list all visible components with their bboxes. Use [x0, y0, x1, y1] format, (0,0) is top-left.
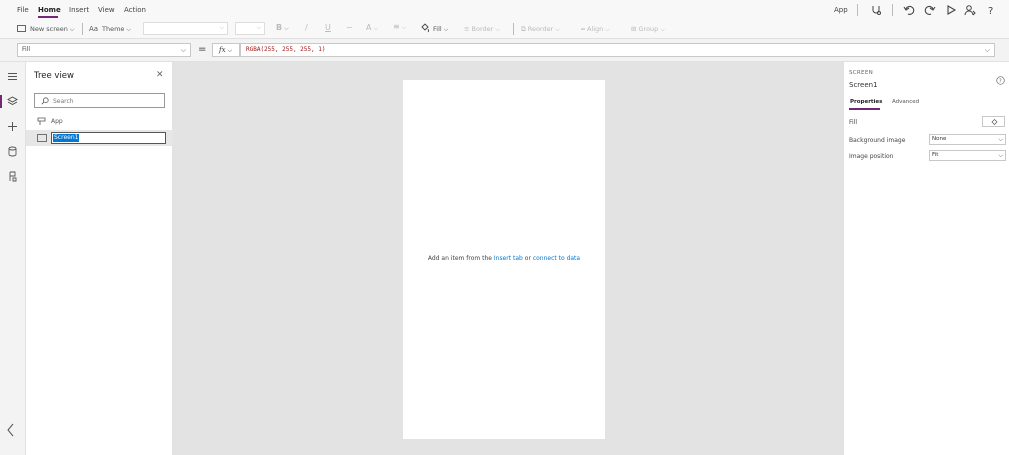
layers-icon[interactable] [6, 95, 19, 108]
insert-tab-link[interactable]: Insert tab [494, 255, 523, 262]
control-type-label: SCREEN [849, 70, 874, 76]
tree-item-label: App [51, 118, 63, 125]
paint-bucket-icon [421, 23, 429, 33]
divider [892, 4, 893, 16]
font-size-dropdown[interactable]: ⌵ [235, 22, 265, 35]
property-name: Fill [22, 46, 31, 53]
menu-insert[interactable]: Insert [69, 6, 89, 15]
theme-icon: Aa [89, 25, 99, 33]
text-align-button[interactable]: ≡ ⌵ [393, 23, 406, 32]
tree-view-panel: Tree view ✕ Search App Screen1 [26, 62, 173, 455]
play-icon[interactable] [945, 4, 957, 16]
chevron-down-icon: ⌵ [998, 136, 1003, 143]
underline-button[interactable]: U [325, 24, 331, 32]
control-name: Screen1 [849, 81, 878, 89]
menu-view[interactable]: View [98, 6, 115, 15]
menu-action[interactable]: Action [124, 6, 146, 15]
toolbar: New screen ⌵ Aa Theme ⌵ ⌵ ⌵ B ⌵ / U − A ⌵ ≡ ⌵… [0, 19, 1009, 39]
border-button[interactable]: ≡ Border ⌵ [464, 25, 500, 34]
tree-item-screen1[interactable]: Screen1 [26, 130, 173, 146]
advanced-tools-icon[interactable] [6, 170, 19, 183]
property-dropdown[interactable]: Fill ⌵ [17, 43, 191, 57]
connect-to-data-link[interactable]: connect to data [533, 255, 580, 262]
image-position-value: Fit [932, 152, 939, 158]
tab-properties-underline [849, 108, 880, 110]
theme-button[interactable]: Theme ⌵ [102, 25, 131, 34]
tab-properties[interactable]: Properties [850, 99, 882, 105]
tab-advanced[interactable]: Advanced [892, 99, 919, 105]
stethoscope-icon[interactable] [870, 4, 882, 16]
search-icon [41, 97, 49, 105]
group-button[interactable]: ⊞ Group ⌵ [631, 25, 665, 34]
menu-bar: File Home Insert View Action App ? [0, 0, 1009, 19]
plus-icon[interactable] [6, 120, 19, 133]
screen-canvas[interactable]: Add an item from the Insert tab or conne… [403, 80, 605, 439]
database-icon[interactable] [6, 145, 19, 158]
paint-bucket-icon [991, 119, 998, 125]
hamburger-menu-icon[interactable] [6, 70, 19, 83]
divider [857, 4, 858, 16]
screen-icon [37, 134, 47, 142]
reorder-button[interactable]: ⧉ Reorder ⌵ [521, 25, 560, 34]
formula-bar: Fill ⌵ = fx ⌵ RGBA(255, 255, 255, 1) ⌵ [0, 39, 1009, 62]
collapse-panel-chevron-icon[interactable] [6, 422, 16, 438]
divider [82, 23, 83, 35]
rail-active-indicator [0, 95, 2, 108]
background-image-value: None [932, 136, 947, 142]
powerapps-studio: File Home Insert View Action App ? New s… [0, 0, 1009, 455]
rename-selected-text: Screen1 [53, 134, 80, 142]
help-icon[interactable]: ? [985, 4, 997, 16]
image-position-dropdown[interactable]: Fit ⌵ [929, 150, 1006, 161]
svg-text:?: ? [988, 6, 993, 16]
menu-file[interactable]: File [17, 6, 29, 15]
equals-sign: = [198, 44, 207, 55]
fx-button[interactable]: fx ⌵ [212, 43, 240, 57]
tree-search-input[interactable]: Search [34, 93, 165, 108]
empty-screen-message: Add an item from the Insert tab or conne… [403, 255, 605, 262]
chevron-down-icon: ⌵ [998, 152, 1003, 159]
message-text: or [522, 255, 533, 262]
background-image-dropdown[interactable]: None ⌵ [929, 134, 1006, 145]
rename-input[interactable]: Screen1 [51, 132, 166, 144]
message-text: Add an item from the [427, 255, 494, 262]
font-color-button[interactable]: A ⌵ [366, 24, 378, 33]
expand-formula-icon[interactable]: ⌵ [985, 44, 990, 56]
svg-text:?: ? [999, 79, 1002, 85]
formula-text: RGBA(255, 255, 255, 1) [246, 46, 326, 53]
redo-icon[interactable] [924, 4, 936, 16]
italic-button[interactable]: / [305, 24, 308, 32]
left-rail [0, 62, 26, 455]
image-position-label: Image position [849, 153, 894, 160]
strikethrough-button[interactable]: − [346, 24, 353, 32]
chevron-down-icon: ⌵ [180, 46, 186, 54]
canvas-area: Add an item from the Insert tab or conne… [173, 62, 843, 455]
fill-color-picker[interactable] [982, 116, 1005, 127]
app-icon [37, 117, 46, 125]
fill-label: Fill [849, 119, 858, 126]
tree-view-title: Tree view [34, 71, 74, 81]
menu-home-underline [38, 16, 58, 18]
new-screen-button[interactable]: New screen ⌵ [30, 25, 74, 34]
tree-item-app[interactable]: App [26, 114, 173, 130]
align-button[interactable]: ═ Align ⌵ [581, 25, 610, 34]
bold-button[interactable]: B ⌵ [276, 24, 289, 33]
undo-icon[interactable] [903, 4, 915, 16]
divider [513, 23, 514, 35]
app-checker-label[interactable]: App [834, 6, 848, 14]
user-share-icon[interactable] [964, 4, 976, 16]
fill-button[interactable]: Fill ⌵ [433, 25, 448, 34]
close-icon[interactable]: ✕ [156, 70, 164, 80]
background-image-label: Background image [849, 137, 906, 144]
formula-input[interactable]: RGBA(255, 255, 255, 1) ⌵ [240, 43, 995, 57]
menu-home[interactable]: Home [38, 6, 61, 15]
help-icon[interactable]: ? [996, 76, 1005, 85]
new-screen-icon [17, 25, 26, 32]
search-placeholder: Search [53, 98, 74, 105]
font-family-dropdown[interactable]: ⌵ [143, 22, 228, 35]
properties-panel: SCREEN Screen1 ? Properties Advanced Fil… [843, 62, 1009, 455]
